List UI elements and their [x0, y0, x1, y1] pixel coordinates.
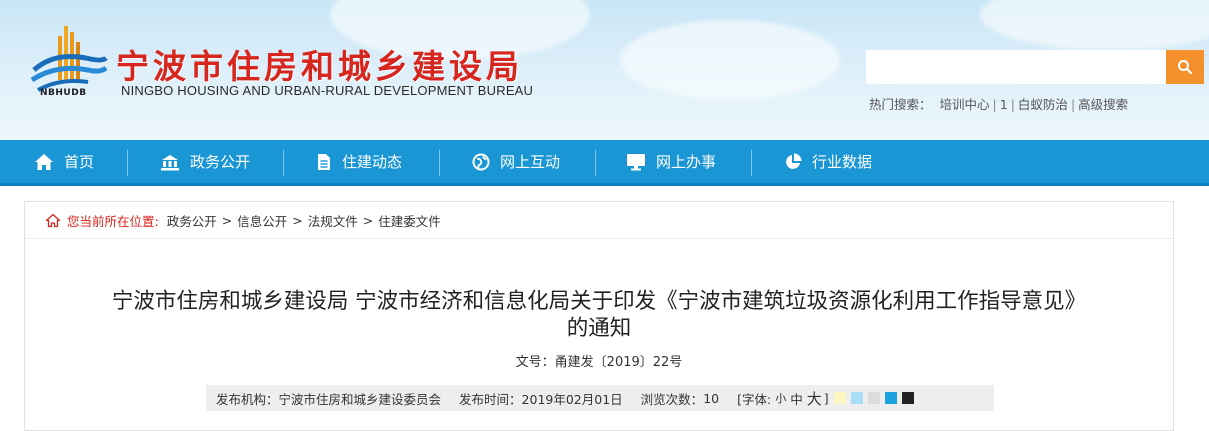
font-size-large-button[interactable]: 大 — [807, 388, 822, 409]
hot-search-link[interactable]: 1 — [1000, 97, 1008, 112]
nav-divider — [751, 150, 752, 176]
globe-icon — [472, 153, 490, 170]
logo-abbreviation: NBHUDB — [40, 88, 87, 98]
theme-color-swatch[interactable] — [850, 392, 863, 404]
breadcrumb-label: 您当前所在位置: — [67, 213, 159, 229]
nav-item-construction-news[interactable]: 住建动态 — [316, 140, 402, 183]
nav-item-industry-data[interactable]: 行业数据 — [784, 140, 872, 183]
breadcrumb-separator: > — [362, 212, 374, 228]
nav-item-label: 政务公开 — [190, 153, 251, 171]
publisher-label: 发布机构： — [216, 391, 279, 407]
hot-search-label: 热门搜索： — [869, 97, 932, 112]
nav-divider — [283, 150, 284, 176]
document-number: 文号：甬建发〔2019〕22号 — [515, 355, 683, 370]
hot-search-separator: | — [1070, 97, 1076, 112]
hot-search-link[interactable]: 培训中心 — [940, 97, 990, 112]
advanced-search-link[interactable]: 高级搜索 — [1078, 97, 1128, 112]
article-title-line: 的通知 — [566, 316, 632, 341]
nav-item-online-interaction[interactable]: 网上互动 — [472, 140, 560, 183]
nav-item-label: 网上互动 — [500, 153, 561, 171]
document-icon — [318, 153, 330, 170]
article-container: 您当前所在位置: 政务公开 > 信息公开 > 法规文件 > 住建委文件 宁波市住… — [24, 201, 1174, 431]
nav-divider — [439, 150, 440, 176]
publisher-value: 宁波市住房和城乡建设委员会 — [278, 391, 442, 407]
breadcrumb-link[interactable]: 住建委文件 — [378, 211, 441, 230]
site-name-english: NINGBO HOUSING AND URBAN-RURAL DEVELOPME… — [121, 83, 534, 98]
site-header: NBHUDB 宁波市住房和城乡建设局 NINGBO HOUSING AND UR… — [0, 0, 1209, 140]
site-name[interactable]: 宁波市住房和城乡建设局 — [116, 40, 523, 88]
article-title: 宁波市住房和城乡建设局 宁波市经济和信息化局关于印发《宁波市建筑垃圾资源化利用工… — [25, 288, 1173, 342]
font-size-small-button[interactable]: 小 — [775, 390, 786, 406]
theme-color-swatch[interactable] — [884, 392, 897, 404]
nav-item-label: 首页 — [64, 153, 95, 171]
publish-date-value: 2019年02月01日 — [521, 391, 623, 407]
breadcrumb-separator: > — [221, 212, 233, 228]
home-outline-icon — [45, 213, 61, 228]
sky-decoration — [980, 0, 1209, 50]
font-size-medium-button[interactable]: 中 — [790, 389, 803, 408]
pie-chart-icon — [786, 153, 802, 169]
breadcrumb-link[interactable]: 信息公开 — [237, 211, 287, 230]
breadcrumb-link[interactable]: 政务公开 — [167, 211, 217, 230]
home-icon — [35, 153, 53, 170]
nav-divider — [595, 150, 596, 176]
nav-item-label: 行业数据 — [812, 153, 873, 171]
breadcrumb-separator: > — [292, 212, 303, 228]
breadcrumb: 您当前所在位置: 政务公开 > 信息公开 > 法规文件 > 住建委文件 — [25, 202, 1173, 239]
theme-color-swatch[interactable] — [867, 392, 880, 404]
font-size-bracket: ] — [823, 390, 829, 406]
view-count-label: 浏览次数： — [640, 391, 704, 407]
theme-color-swatch[interactable] — [833, 392, 846, 404]
search-button[interactable] — [1166, 50, 1204, 84]
main-nav: 首页 政务公开 住建动态 网上互动 网上办事 行业数据 — [0, 140, 1209, 186]
theme-color-swatch[interactable] — [901, 392, 914, 404]
nav-divider — [127, 150, 128, 176]
font-size-label: [字体: — [737, 391, 772, 407]
search-input[interactable] — [866, 50, 1166, 84]
article-title-line: 宁波市住房和城乡建设局 宁波市经济和信息化局关于印发《宁波市建筑垃圾资源化利用工… — [111, 289, 1087, 314]
nav-item-home[interactable]: 首页 — [34, 140, 94, 183]
hot-search-separator: | — [1010, 97, 1015, 112]
search-icon — [1178, 60, 1193, 75]
government-building-icon — [161, 154, 179, 170]
article-meta-bar: 发布机构： 宁波市住房和城乡建设委员会 发布时间： 2019年02月01日 浏览… — [206, 385, 994, 411]
sky-decoration — [620, 20, 840, 100]
nav-item-government-affairs[interactable]: 政务公开 — [160, 140, 250, 183]
view-count-value: 10 — [703, 390, 720, 406]
nav-item-label: 住建动态 — [342, 153, 403, 171]
hot-search: 热门搜索： 培训中心 | 1 | 白蚁防治 | 高级搜索 — [869, 94, 1128, 113]
nav-item-online-services[interactable]: 网上办事 — [626, 140, 716, 183]
publish-date-label: 发布时间： — [459, 391, 522, 407]
monitor-icon — [627, 153, 645, 170]
breadcrumb-link[interactable]: 法规文件 — [308, 211, 358, 230]
hot-search-link[interactable]: 白蚁防治 — [1018, 97, 1068, 112]
nav-item-label: 网上办事 — [656, 153, 717, 171]
hot-search-separator: | — [992, 97, 997, 112]
